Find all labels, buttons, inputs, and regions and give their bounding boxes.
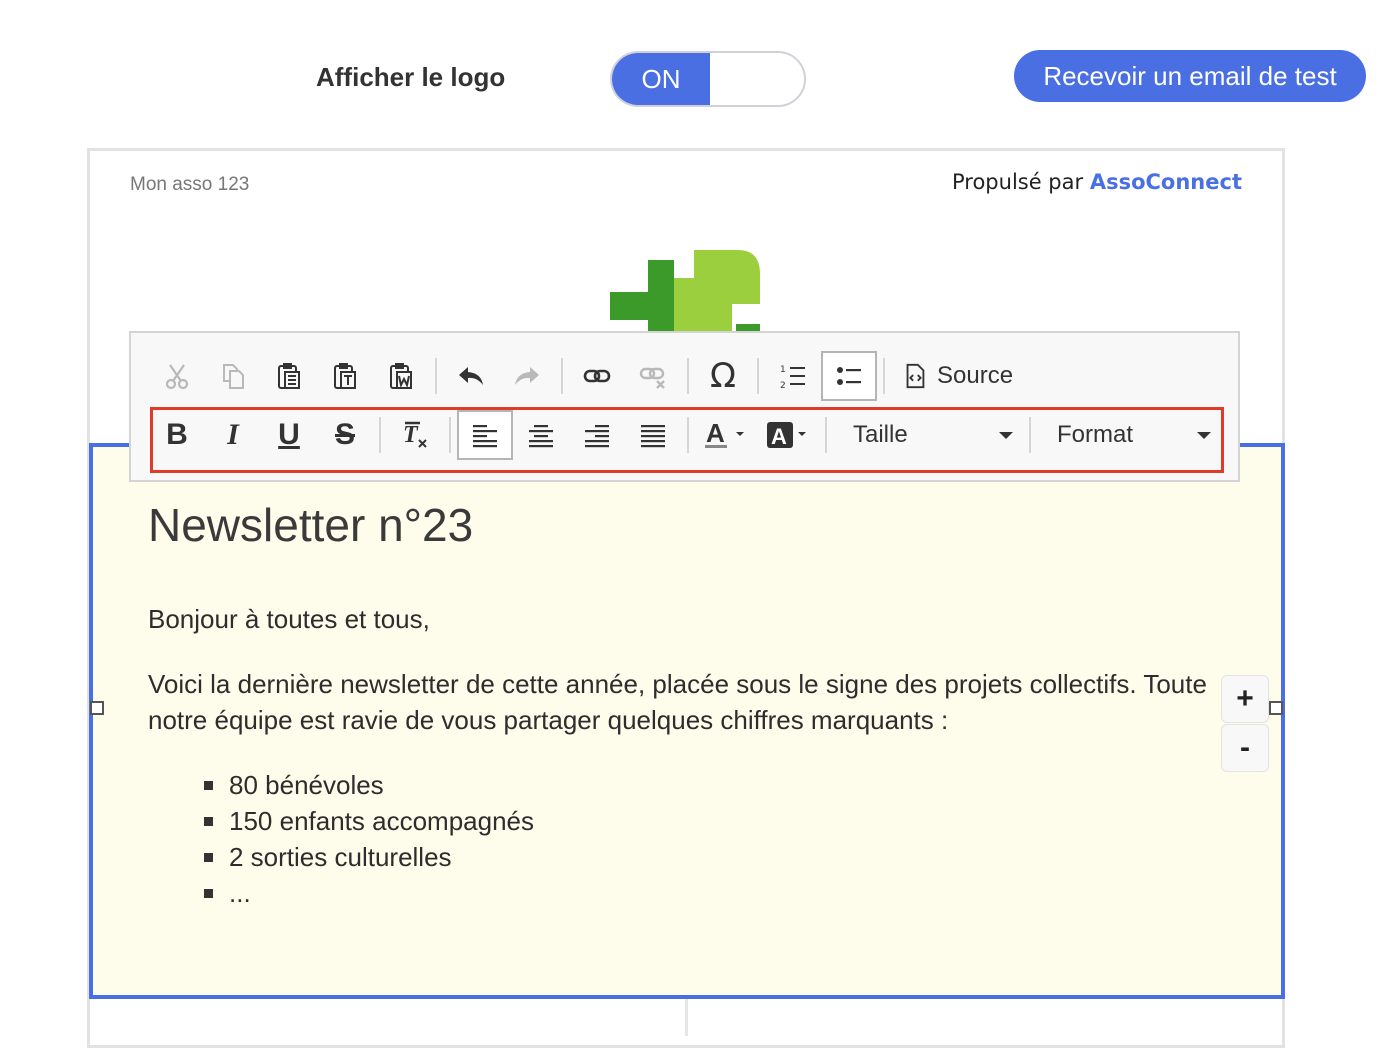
special-character-button[interactable]: Ω [695,351,751,401]
redo-button[interactable] [499,351,555,401]
toolbar-separator [757,358,759,394]
bullet-icon [204,888,213,898]
paste-word-button[interactable] [373,351,429,401]
organization-logo [610,250,762,332]
paste-button[interactable] [261,351,317,401]
svg-text:T: T [403,422,419,448]
bullet-icon [204,852,213,862]
show-logo-toggle[interactable]: ON [610,51,806,107]
toolbar-separator [435,358,437,394]
toolbar-separator [825,417,827,453]
remove-format-button[interactable]: T [387,410,443,460]
organization-name: Mon asso 123 [130,174,250,195]
list-item: 150 enfants accompagnés [200,803,534,839]
source-icon [906,363,925,389]
column-divider [685,999,688,1036]
align-left-button[interactable] [457,410,513,460]
copy-button[interactable] [205,351,261,401]
strikethrough-button[interactable]: S [317,410,373,460]
list-item: 2 sorties culturelles [200,839,534,875]
toolbar-separator [687,417,689,453]
svg-text:2: 2 [780,381,786,391]
bold-button[interactable]: B [149,410,205,460]
highlights-list[interactable]: 80 bénévoles 150 enfants accompagnés 2 s… [200,767,534,911]
toolbar-separator [449,417,451,453]
resize-handle-right[interactable] [1269,701,1283,715]
greeting-paragraph[interactable]: Bonjour à toutes et tous, [148,601,430,637]
toolbar-separator [1029,417,1031,453]
toolbar-separator [883,358,885,394]
undo-button[interactable] [443,351,499,401]
text-color-button[interactable]: A [695,410,757,460]
editor-toolbar: Ω 12 Source B I U S T A A Taille Format [129,331,1240,482]
bullet-icon [204,816,213,826]
clear-format-icon: T [403,421,427,448]
background-color-icon: A [767,422,806,449]
font-size-select[interactable]: Taille [833,410,1023,460]
list-item: ... [200,875,534,911]
text-color-icon: A [705,420,744,448]
background-color-button[interactable]: A [757,410,819,460]
justify-button[interactable] [625,410,681,460]
chevron-down-icon [999,431,1013,439]
toolbar-separator [379,417,381,453]
toolbar-row-2: B I U S T A A Taille Format [149,409,1221,461]
intro-paragraph[interactable]: Voici la dernière newsletter de cette an… [148,666,1228,738]
toolbar-separator [687,358,689,394]
align-right-button[interactable] [569,410,625,460]
powered-by: Propulsé par AssoConnect [952,170,1242,194]
omega-icon: Ω [710,356,736,396]
list-item: 80 bénévoles [200,767,534,803]
toggle-on-state: ON [612,53,710,105]
format-select[interactable]: Format [1037,410,1221,460]
decrease-button[interactable]: - [1221,724,1269,772]
svg-text:A: A [771,424,787,449]
unlink-button[interactable] [625,351,681,401]
show-logo-label: Afficher le logo [316,62,506,92]
bulleted-list-button[interactable] [821,351,877,401]
toolbar-separator [561,358,563,394]
align-center-button[interactable] [513,410,569,460]
newsletter-headline[interactable]: Newsletter n°23 [148,498,473,552]
chevron-down-icon [1197,431,1211,439]
increase-button[interactable]: + [1221,675,1269,723]
numbered-list-button[interactable]: 12 [765,351,821,401]
send-test-email-button[interactable]: Recevoir un email de test [1014,50,1366,102]
powered-by-prefix: Propulsé par [951,170,1084,194]
resize-handle-left[interactable] [90,701,104,715]
paste-text-button[interactable] [317,351,373,401]
link-button[interactable] [569,351,625,401]
svg-text:1: 1 [780,365,786,375]
svg-text:A: A [706,420,725,448]
source-button[interactable]: Source [891,351,1023,401]
underline-button[interactable]: U [261,410,317,460]
powered-by-brand[interactable]: AssoConnect [1090,170,1242,194]
cut-button[interactable] [149,351,205,401]
bullet-icon [204,780,213,790]
toolbar-row-1: Ω 12 Source [149,350,1023,402]
italic-button[interactable]: I [205,410,261,460]
